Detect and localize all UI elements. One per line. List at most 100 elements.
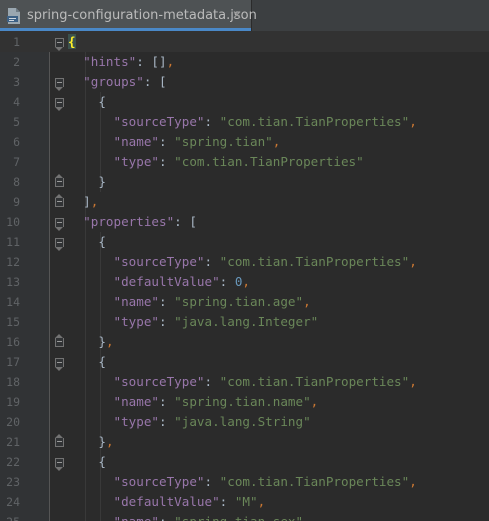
code-token: , <box>272 134 281 149</box>
code-line[interactable]: 25 "name": "spring.tian.sex", <box>0 512 489 521</box>
line-number: 17 <box>6 355 20 369</box>
code-token: , <box>409 254 417 269</box>
line-number: 14 <box>6 295 20 309</box>
code-editor[interactable]: 1{2 "hints": [], 3 "groups": [4 {5 "sourc… <box>0 32 489 521</box>
code-line[interactable]: 12 "sourceType": "com.tian.TianPropertie… <box>0 252 489 272</box>
fold-open-icon[interactable] <box>55 38 64 51</box>
code-text: ], <box>68 192 98 212</box>
line-number: 5 <box>13 115 20 129</box>
code-token: { <box>98 234 106 249</box>
line-number: 19 <box>6 395 20 409</box>
code-line[interactable]: 10 "properties": [ <box>0 212 489 232</box>
code-line[interactable]: 14 "name": "spring.tian.age", <box>0 292 489 312</box>
fold-open-icon[interactable] <box>55 238 64 251</box>
code-text: "sourceType": "com.tian.TianProperties", <box>68 372 417 392</box>
fold-open-icon[interactable] <box>55 458 64 471</box>
code-text: } <box>68 172 106 192</box>
fold-close-icon[interactable] <box>55 434 64 447</box>
active-tab-indicator <box>0 28 251 31</box>
json-key: "type" <box>113 154 160 169</box>
code-line[interactable]: 18 "sourceType": "com.tian.TianPropertie… <box>0 372 489 392</box>
line-number: 15 <box>6 315 20 329</box>
code-line[interactable]: 21 }, <box>0 432 489 452</box>
code-token: { <box>98 94 106 109</box>
code-line[interactable]: 6 "name": "spring.tian", <box>0 132 489 152</box>
line-number: 10 <box>6 215 20 229</box>
line-number: 4 <box>13 95 20 109</box>
code-line[interactable]: 24 "defaultValue": "M", <box>0 492 489 512</box>
code-line[interactable]: 16 }, <box>0 332 489 352</box>
code-token: , <box>242 274 251 289</box>
json-key: "defaultValue" <box>113 274 220 289</box>
json-string: "com.tian.TianProperties" <box>219 114 410 129</box>
code-token: : <box>219 274 235 289</box>
code-line[interactable]: 5 "sourceType": "com.tian.TianProperties… <box>0 112 489 132</box>
json-string: "java.lang.Integer" <box>174 314 319 329</box>
fold-open-icon[interactable] <box>55 218 64 231</box>
code-token: ] <box>83 194 91 209</box>
code-line[interactable]: 17 { <box>0 352 489 372</box>
code-line[interactable]: 4 { <box>0 92 489 112</box>
code-token: } <box>98 434 106 449</box>
code-token: { <box>98 454 106 469</box>
code-text: { <box>68 92 106 112</box>
code-line[interactable]: 3 "groups": [ <box>0 72 489 92</box>
json-string: "java.lang.String" <box>174 414 311 429</box>
json-key: "hints" <box>83 54 137 69</box>
json-key: "sourceType" <box>113 114 205 129</box>
fold-close-icon[interactable] <box>55 334 64 347</box>
tab-spring-configuration-metadata[interactable]: spring-configuration-metadata.json ✕ <box>0 0 257 31</box>
code-token: : <box>159 514 174 521</box>
code-token: , <box>409 374 417 389</box>
code-token: } <box>98 334 106 349</box>
code-line[interactable]: 13 "defaultValue": 0, <box>0 272 489 292</box>
code-line[interactable]: 19 "name": "spring.tian.name", <box>0 392 489 412</box>
code-text: "groups": [ <box>68 72 166 92</box>
code-token: : <box>204 254 220 269</box>
line-number: 11 <box>6 235 20 249</box>
code-token: , <box>310 394 319 409</box>
line-number: 7 <box>13 155 20 169</box>
code-token: , <box>257 494 266 509</box>
code-line[interactable]: 2 "hints": [], <box>0 52 489 72</box>
json-key: "name" <box>113 134 160 149</box>
code-line[interactable]: 8 } <box>0 172 489 192</box>
code-line[interactable]: 20 "type": "java.lang.String" <box>0 412 489 432</box>
code-token: { <box>98 354 106 369</box>
code-text: { <box>68 352 106 372</box>
code-text: "name": "spring.tian", <box>68 132 281 152</box>
json-key: "defaultValue" <box>113 494 220 509</box>
code-text: "defaultValue": 0, <box>68 272 251 292</box>
json-key: "type" <box>113 414 160 429</box>
fold-close-icon[interactable] <box>55 174 64 187</box>
fold-open-icon[interactable] <box>55 98 64 111</box>
code-line[interactable]: 23 "sourceType": "com.tian.TianPropertie… <box>0 472 489 492</box>
code-line[interactable]: 1{ <box>0 32 489 52</box>
code-line[interactable]: 7 "type": "com.tian.TianProperties" <box>0 152 489 172</box>
json-string: "spring.tian" <box>174 134 273 149</box>
fold-open-icon[interactable] <box>55 78 64 91</box>
close-icon[interactable]: ✕ <box>230 8 244 22</box>
fold-close-icon[interactable] <box>55 194 64 207</box>
code-line[interactable]: 15 "type": "java.lang.Integer" <box>0 312 489 332</box>
code-text: "type": "com.tian.TianProperties" <box>68 152 364 172</box>
code-text: "sourceType": "com.tian.TianProperties", <box>68 472 417 492</box>
code-token: , <box>303 514 311 521</box>
json-string: "spring.tian.name" <box>174 394 311 409</box>
code-line[interactable]: 9 ], <box>0 192 489 212</box>
fold-open-icon[interactable] <box>55 358 64 371</box>
code-line[interactable]: 11 { <box>0 232 489 252</box>
code-line[interactable]: 22 { <box>0 452 489 472</box>
json-key: "sourceType" <box>113 254 205 269</box>
code-text: "name": "spring.tian.sex", <box>68 512 311 521</box>
